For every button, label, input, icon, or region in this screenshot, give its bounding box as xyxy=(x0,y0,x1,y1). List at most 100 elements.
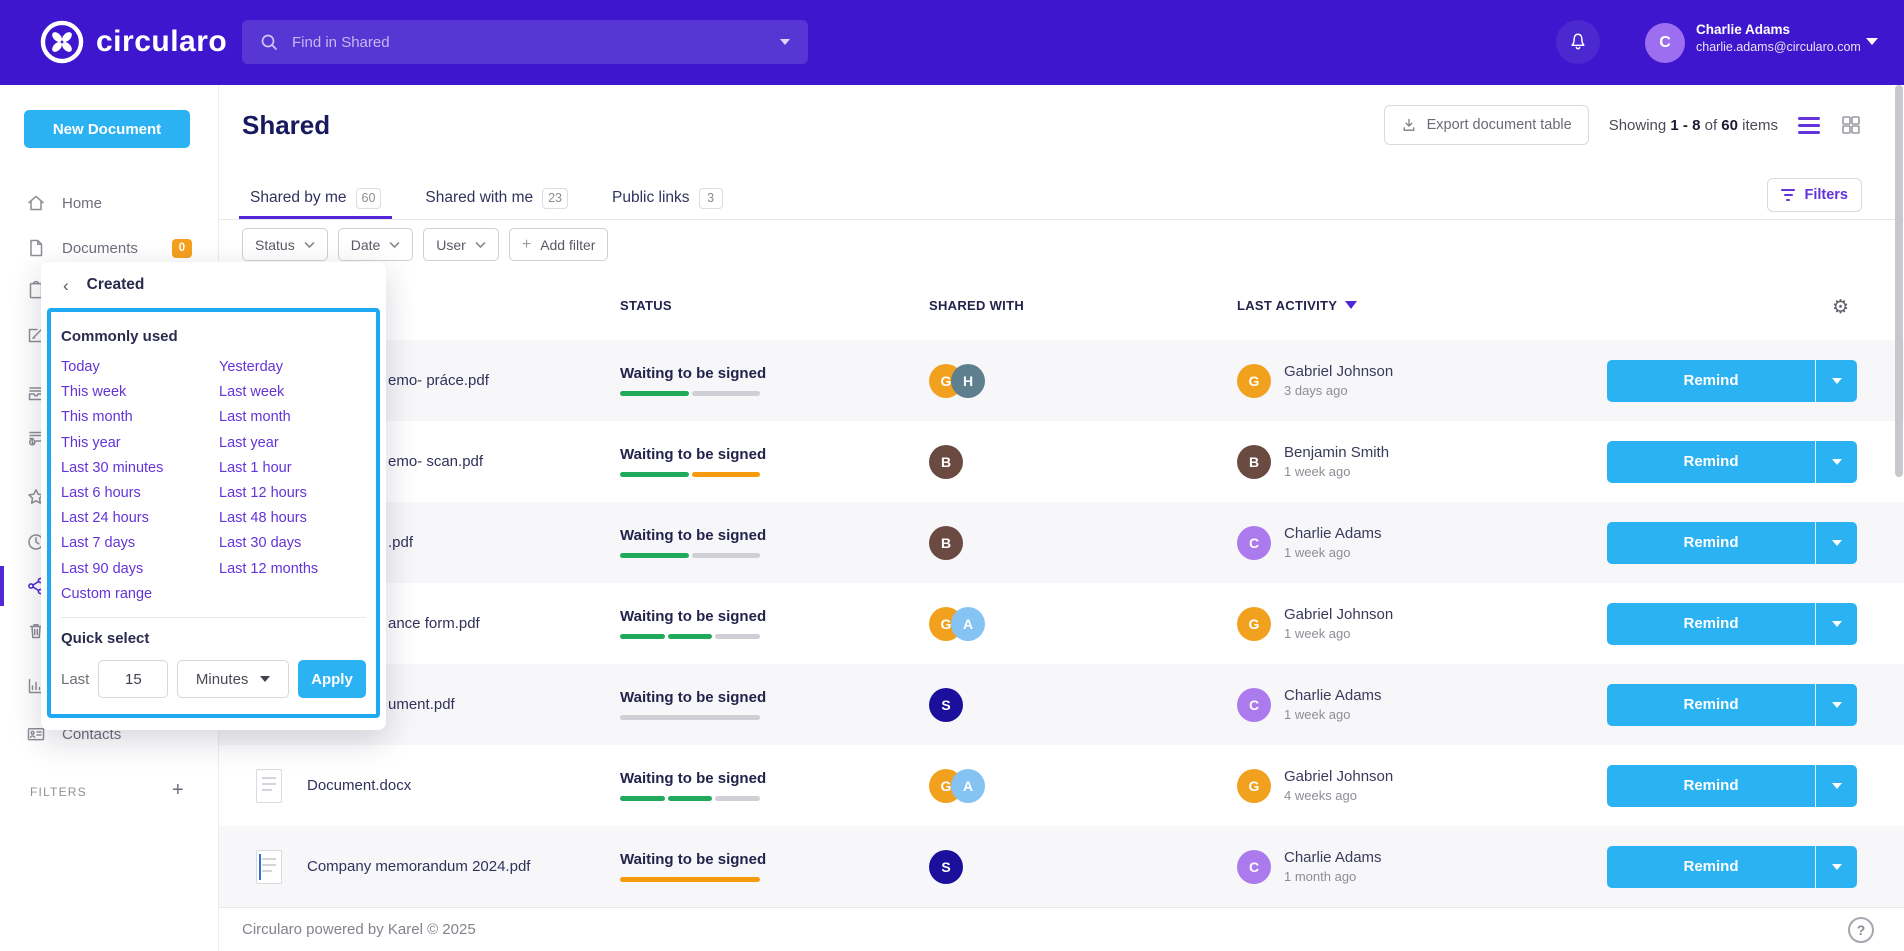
quick-select-unit-dropdown[interactable]: Minutes xyxy=(177,660,289,698)
remind-dropdown-button[interactable] xyxy=(1816,684,1857,726)
remind-dropdown-button[interactable] xyxy=(1816,846,1857,888)
cell-last-activity: BBenjamin Smith1 week ago xyxy=(1237,444,1607,479)
home-icon xyxy=(26,193,46,213)
remind-button[interactable]: Remind xyxy=(1607,603,1816,645)
user-avatar[interactable]: C xyxy=(1645,23,1685,63)
column-status[interactable]: STATUS xyxy=(620,298,929,313)
activity-time: 1 week ago xyxy=(1284,707,1382,722)
search-scope-caret-icon[interactable] xyxy=(780,39,790,45)
cell-shared-with: S xyxy=(929,688,1237,722)
activity-time: 1 week ago xyxy=(1284,545,1382,560)
quick-select-last-label: Last xyxy=(61,671,89,688)
showing-count: Showing 1 - 8 of 60 items xyxy=(1609,117,1778,134)
date-option-today[interactable]: Today xyxy=(61,355,219,380)
table-row[interactable]: Company memorandum 2024.pdfWaiting to be… xyxy=(219,826,1904,907)
remind-button[interactable]: Remind xyxy=(1607,684,1816,726)
tab-public-links[interactable]: Public links3 xyxy=(601,180,734,219)
list-view-icon[interactable] xyxy=(1798,117,1820,134)
export-document-table-button[interactable]: Export document table xyxy=(1384,105,1589,145)
remind-split-button: Remind xyxy=(1607,522,1857,564)
date-option-custom-range[interactable]: Custom range xyxy=(61,582,219,607)
table-row[interactable]: .pdfWaiting to be signedBCCharlie Adams1… xyxy=(219,502,1904,583)
brand-logo[interactable]: circularo xyxy=(40,20,227,64)
remind-split-button: Remind xyxy=(1607,684,1857,726)
chevron-left-icon[interactable]: ‹ xyxy=(63,277,69,294)
date-option-last-48-hours[interactable]: Last 48 hours xyxy=(219,506,318,531)
notifications-button[interactable] xyxy=(1556,20,1600,64)
main-content: Shared Export document table Showing 1 -… xyxy=(219,85,1904,951)
remind-button[interactable]: Remind xyxy=(1607,360,1816,402)
chevron-down-icon xyxy=(1832,864,1842,870)
filter-chip-status[interactable]: Status xyxy=(242,228,328,261)
avatar: H xyxy=(951,364,985,398)
column-shared-with[interactable]: SHARED WITH xyxy=(929,298,1237,313)
search-input[interactable] xyxy=(292,34,766,51)
remind-dropdown-button[interactable] xyxy=(1816,765,1857,807)
activity-user-name: Gabriel Johnson xyxy=(1284,363,1393,380)
tab-shared-with-me[interactable]: Shared with me23 xyxy=(414,180,579,219)
date-option-last-30-days[interactable]: Last 30 days xyxy=(219,531,318,556)
remind-dropdown-button[interactable] xyxy=(1816,522,1857,564)
table-row[interactable]: Document.docxWaiting to be signedGAGGabr… xyxy=(219,745,1904,826)
table-row[interactable]: emo- práce.pdfWaiting to be signedGHGGab… xyxy=(219,340,1904,421)
avatar: A xyxy=(951,607,985,641)
filters-button[interactable]: Filters xyxy=(1767,178,1862,212)
add-filter-plus-icon[interactable]: + xyxy=(172,779,184,802)
remind-button[interactable]: Remind xyxy=(1607,441,1816,483)
date-option-last-12-hours[interactable]: Last 12 hours xyxy=(219,481,318,506)
tab-shared-by-me[interactable]: Shared by me60 xyxy=(239,180,392,219)
user-menu-caret-icon[interactable] xyxy=(1866,38,1878,45)
date-option-last-week[interactable]: Last week xyxy=(219,380,318,405)
add-filter-chip[interactable]: +Add filter xyxy=(509,228,609,261)
date-option-last-1-hour[interactable]: Last 1 hour xyxy=(219,456,318,481)
avatar: A xyxy=(951,769,985,803)
document-name: Company memorandum 2024.pdf xyxy=(307,858,530,875)
remind-dropdown-button[interactable] xyxy=(1816,441,1857,483)
table-row[interactable]: emo- scan.pdfWaiting to be signedBBBenja… xyxy=(219,421,1904,502)
date-option-last-90-days[interactable]: Last 90 days xyxy=(61,557,219,582)
document-name: ance form.pdf xyxy=(388,615,480,632)
vertical-scrollbar[interactable] xyxy=(1895,85,1903,477)
table-row[interactable]: ument.pdfWaiting to be signedSCCharlie A… xyxy=(219,664,1904,745)
remind-button[interactable]: Remind xyxy=(1607,522,1816,564)
cell-action: Remind xyxy=(1607,522,1904,564)
column-last-activity[interactable]: LAST ACTIVITY xyxy=(1237,298,1607,313)
apply-button[interactable]: Apply xyxy=(298,660,366,698)
remind-dropdown-button[interactable] xyxy=(1816,603,1857,645)
remind-button[interactable]: Remind xyxy=(1607,846,1816,888)
date-option-last-30-minutes[interactable]: Last 30 minutes xyxy=(61,456,219,481)
sidebar-item-home[interactable]: Home xyxy=(0,185,219,221)
cell-shared-with: S xyxy=(929,850,1237,884)
date-option-last-24-hours[interactable]: Last 24 hours xyxy=(61,506,219,531)
tab-label: Public links xyxy=(612,189,690,207)
signing-progress-bar xyxy=(620,634,760,639)
quick-select-value-input[interactable] xyxy=(98,660,168,698)
date-option-this-week[interactable]: This week xyxy=(61,380,219,405)
date-option-this-month[interactable]: This month xyxy=(61,405,219,430)
document-name: ument.pdf xyxy=(388,696,455,713)
grid-view-icon[interactable] xyxy=(1840,114,1862,136)
user-info[interactable]: Charlie Adams charlie.adams@circularo.co… xyxy=(1696,22,1861,54)
date-option-last-6-hours[interactable]: Last 6 hours xyxy=(61,481,219,506)
filter-chip-user[interactable]: User xyxy=(423,228,499,261)
plus-icon: + xyxy=(522,236,531,254)
date-option-this-year[interactable]: This year xyxy=(61,431,219,456)
avatar: B xyxy=(929,526,963,560)
date-option-last-year[interactable]: Last year xyxy=(219,431,318,456)
date-option-yesterday[interactable]: Yesterday xyxy=(219,355,318,380)
date-option-last-12-months[interactable]: Last 12 months xyxy=(219,557,318,582)
date-option-last-7-days[interactable]: Last 7 days xyxy=(61,531,219,556)
cell-shared-with: B xyxy=(929,445,1237,479)
new-document-button[interactable]: New Document xyxy=(24,110,190,148)
help-button[interactable]: ? xyxy=(1848,917,1874,943)
filter-chips-row: Status Date User +Add filter xyxy=(242,228,608,261)
table-settings-gear-icon[interactable]: ⚙ xyxy=(1832,296,1849,319)
sidebar-item-documents[interactable]: Documents0 xyxy=(0,230,219,266)
remind-button[interactable]: Remind xyxy=(1607,765,1816,807)
table-row[interactable]: ance form.pdfWaiting to be signedGAGGabr… xyxy=(219,583,1904,664)
date-option-last-month[interactable]: Last month xyxy=(219,405,318,430)
global-search[interactable] xyxy=(242,20,808,64)
filter-chip-date[interactable]: Date xyxy=(338,228,414,261)
avatar: B xyxy=(929,445,963,479)
remind-dropdown-button[interactable] xyxy=(1816,360,1857,402)
